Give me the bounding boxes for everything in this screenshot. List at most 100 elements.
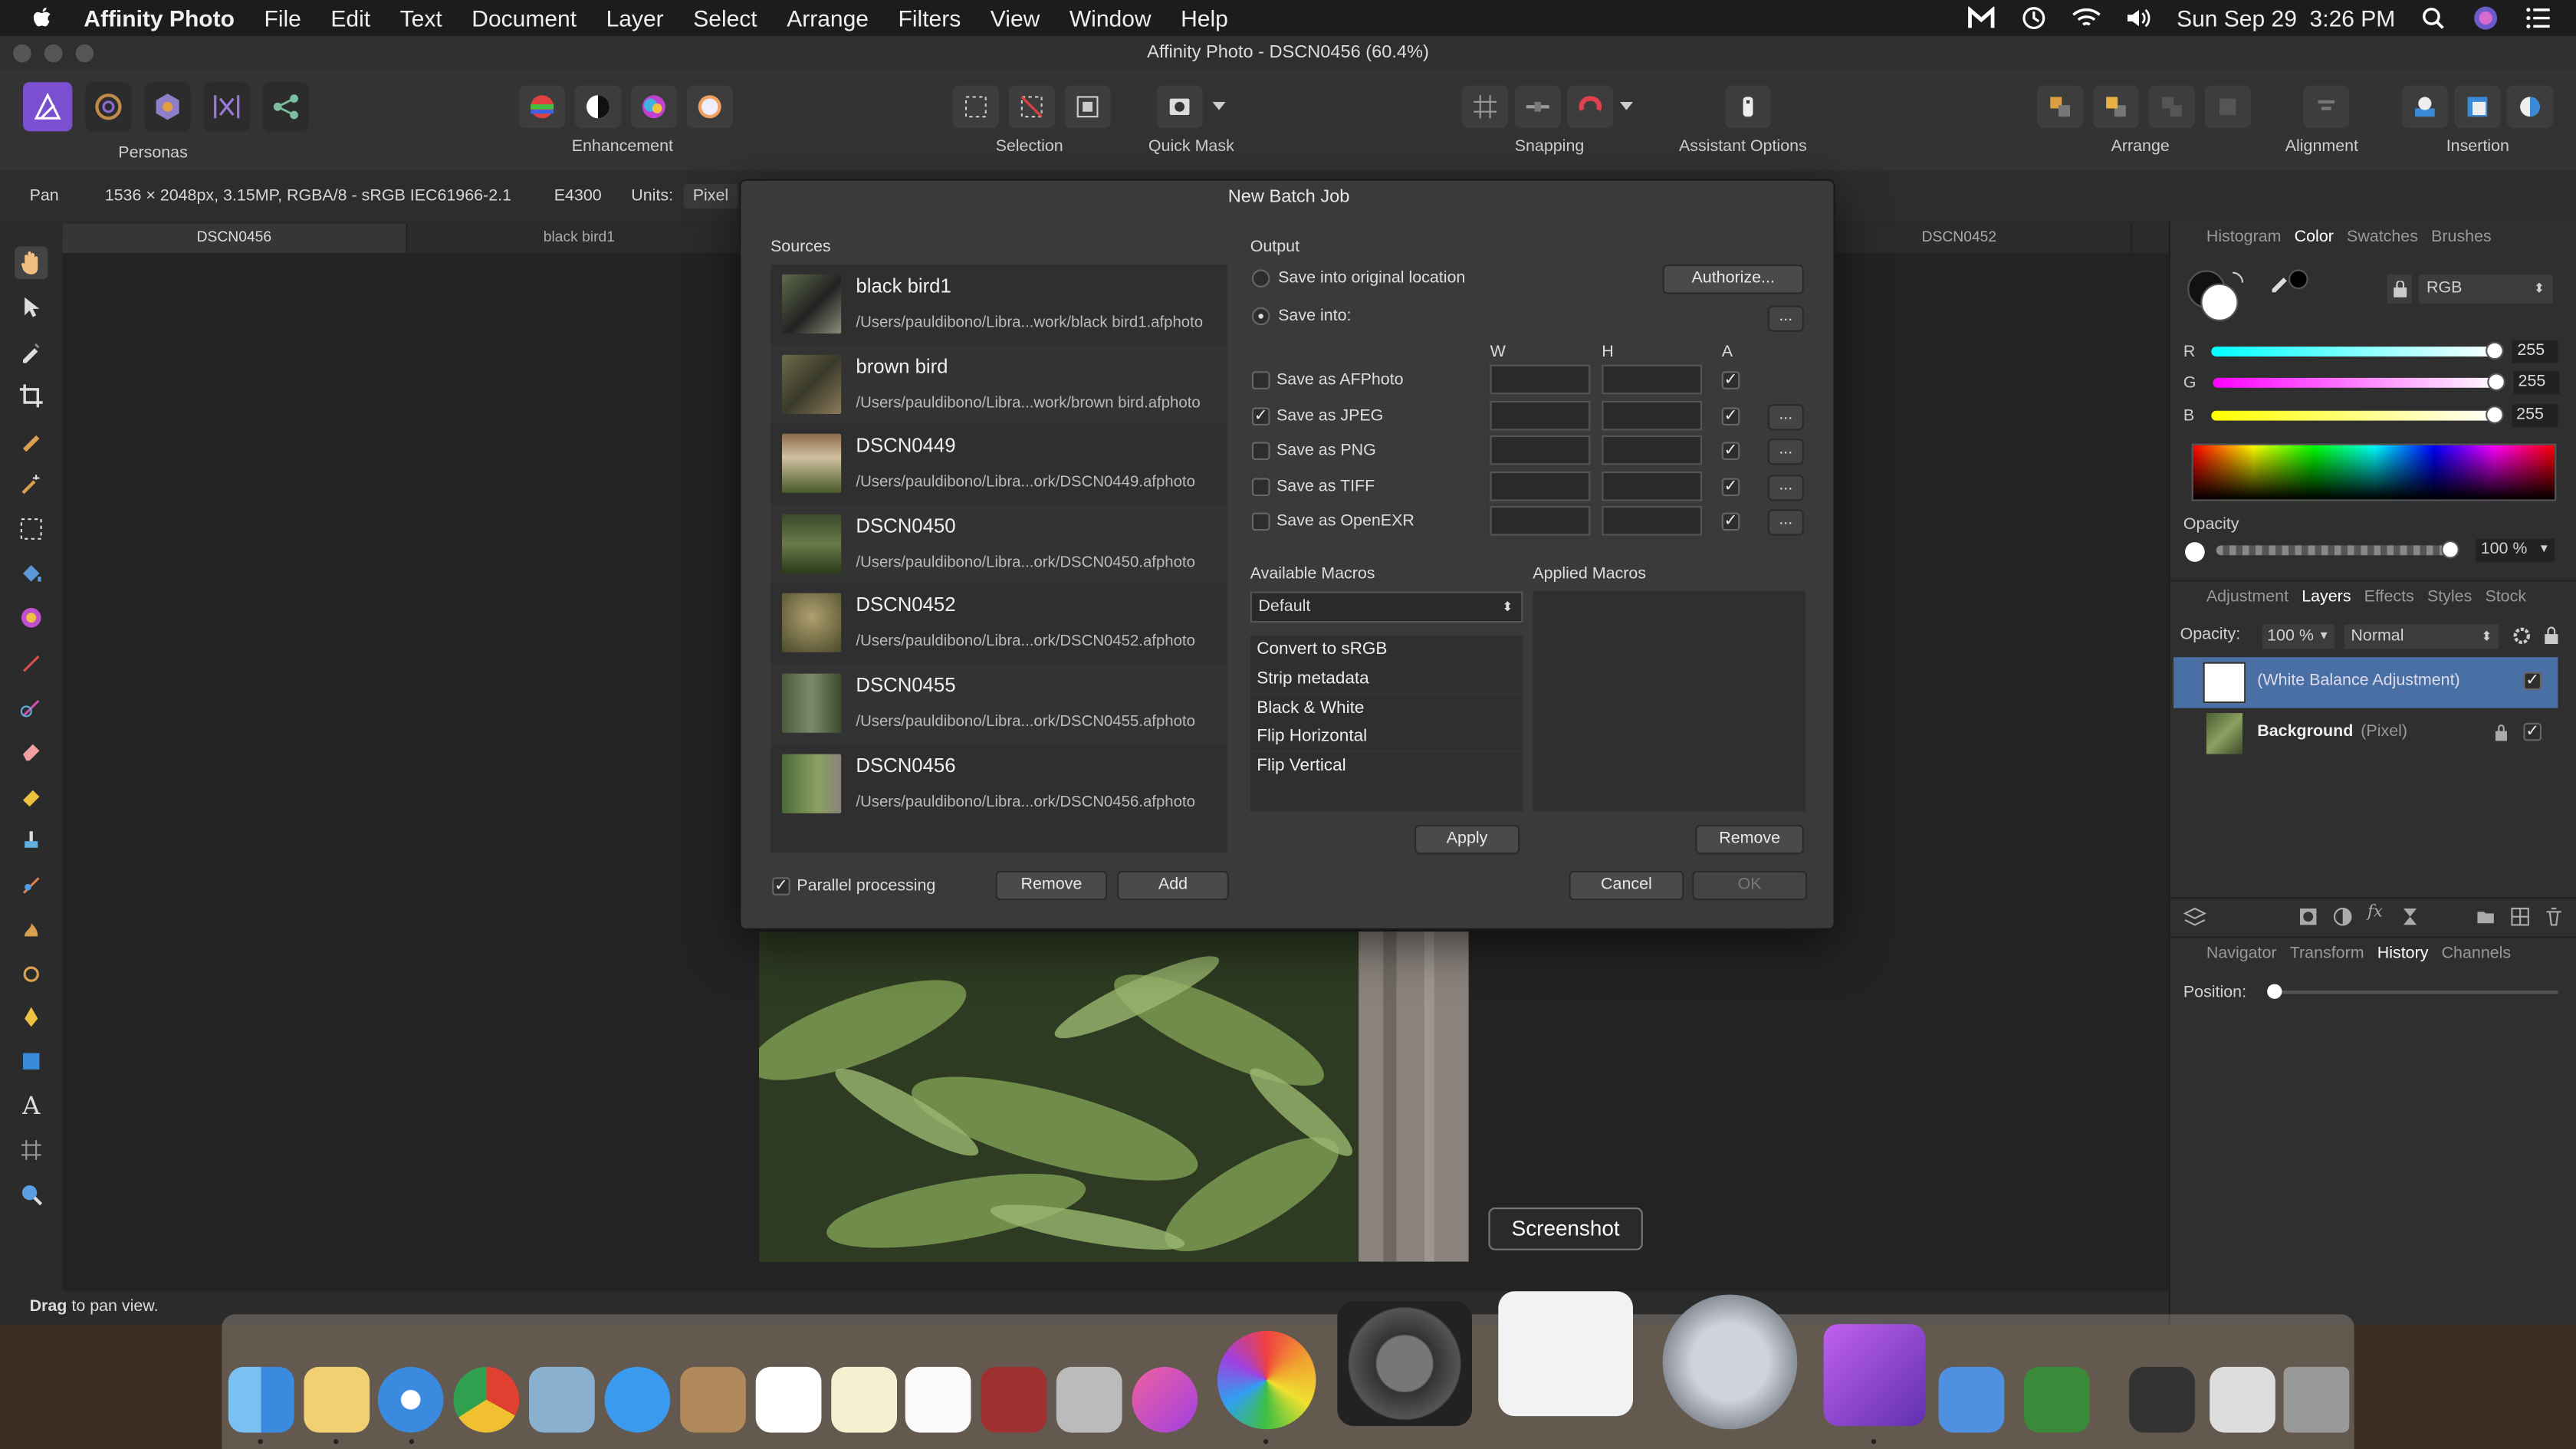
macro-set-select[interactable]: Default ⬍ — [1250, 591, 1523, 623]
green-value[interactable]: 255 — [2513, 371, 2560, 395]
red-slider[interactable] — [2211, 341, 2505, 360]
wifi-icon[interactable] — [2072, 5, 2101, 31]
tab-effects[interactable]: Effects — [2364, 588, 2414, 606]
numbers-icon[interactable] — [2024, 1366, 2090, 1433]
tiff-checkbox[interactable] — [1251, 478, 1270, 497]
export-persona-icon[interactable] — [262, 82, 309, 132]
window-minimize-button[interactable] — [44, 44, 63, 63]
save-original-radio[interactable] — [1251, 269, 1270, 288]
menu-app-name[interactable]: Affinity Photo — [84, 5, 235, 31]
pages-icon[interactable] — [1938, 1366, 2005, 1433]
remove-macro-button[interactable]: Remove — [1695, 824, 1804, 855]
time-machine-icon[interactable] — [2019, 5, 2049, 31]
afphoto-height-field[interactable] — [1602, 364, 1702, 395]
siri-icon[interactable] — [2471, 5, 2501, 31]
red-value[interactable]: 255 — [2512, 340, 2558, 363]
marquee-selection-icon[interactable] — [952, 85, 999, 129]
finder-icon[interactable] — [228, 1366, 294, 1433]
calendar-icon[interactable] — [755, 1366, 822, 1433]
menu-clock[interactable]: Sun Sep 29 3:26 PM — [2177, 5, 2395, 31]
tab-navigator[interactable]: Navigator — [2206, 945, 2277, 963]
insert-behind-icon[interactable] — [2507, 85, 2553, 129]
openexr-width-field[interactable] — [1490, 506, 1591, 536]
opacity-slider[interactable] — [2216, 540, 2459, 559]
blue-slider-knob[interactable] — [2485, 406, 2504, 424]
liquify-persona-icon[interactable] — [85, 82, 132, 132]
jpeg-checkbox[interactable]: ✓ — [1251, 407, 1270, 426]
png-width-field[interactable] — [1490, 435, 1591, 465]
menu-document[interactable]: Document — [472, 5, 577, 31]
tab-channels[interactable]: Channels — [2442, 945, 2512, 963]
jpeg-options-button[interactable]: ... — [1767, 404, 1804, 431]
tab-black-bird1[interactable]: black bird1 — [407, 223, 753, 253]
alignment-icon[interactable] — [2303, 85, 2350, 129]
live-filter-icon[interactable] — [2400, 907, 2420, 927]
jpeg-width-field[interactable] — [1490, 400, 1591, 431]
menu-file[interactable]: File — [264, 5, 301, 31]
erase-brush-icon[interactable] — [15, 734, 48, 767]
insert-inside-icon[interactable] — [2454, 85, 2501, 129]
assistant-options-icon[interactable] — [1725, 85, 1771, 129]
sources-list[interactable]: black bird1/Users/pauldibono/Libra...wor… — [770, 264, 1227, 853]
m-menu-extra-icon[interactable] — [1967, 5, 1996, 31]
list-item[interactable]: DSCN0456/Users/pauldibono/Libra...ork/DS… — [770, 744, 1227, 823]
afphoto-width-field[interactable] — [1490, 364, 1591, 395]
tab-histogram[interactable]: Histogram — [2206, 228, 2282, 246]
menu-arrange[interactable]: Arrange — [787, 5, 869, 31]
picked-color-swatch[interactable] — [2288, 269, 2308, 290]
units-select[interactable]: Pixel — [682, 182, 739, 209]
layer-stack-icon[interactable] — [2183, 907, 2206, 927]
bring-to-front-icon[interactable] — [2093, 85, 2139, 129]
flood-select-icon[interactable] — [15, 468, 48, 501]
list-item[interactable]: DSCN0450/Users/pauldibono/Libra...ork/DS… — [770, 504, 1227, 584]
spotlight-search-icon[interactable] — [2418, 5, 2448, 31]
menu-view[interactable]: View — [991, 5, 1040, 31]
openexr-options-button[interactable]: ... — [1767, 509, 1804, 536]
crop-tool-icon[interactable] — [15, 380, 48, 412]
smudge-brush-icon[interactable] — [15, 912, 48, 945]
paint-brush-icon[interactable] — [15, 646, 48, 678]
list-item[interactable]: Strip metadata — [1250, 665, 1523, 695]
opacity-slider-knob[interactable] — [2441, 540, 2459, 559]
blend-mode-select[interactable]: Normal ⬍ — [2344, 624, 2499, 649]
tiff-width-field[interactable] — [1490, 472, 1591, 501]
cancel-button[interactable]: Cancel — [1569, 870, 1684, 901]
add-pixel-layer-icon[interactable] — [2510, 907, 2530, 927]
develop-persona-icon[interactable] — [144, 82, 191, 132]
jpeg-auto-checkbox[interactable]: ✓ — [1721, 407, 1740, 426]
jpeg-height-field[interactable] — [1602, 400, 1702, 431]
openexr-checkbox[interactable] — [1251, 512, 1270, 531]
list-item[interactable]: Black & White — [1250, 695, 1523, 724]
dodge-brush-icon[interactable] — [15, 779, 48, 812]
document-image[interactable] — [758, 932, 1469, 1262]
snapping-magnet-icon[interactable] — [1567, 85, 1614, 129]
openexr-auto-checkbox[interactable]: ✓ — [1721, 512, 1740, 531]
quick-mask-dropdown-icon[interactable] — [1212, 85, 1228, 128]
reminders-icon[interactable] — [905, 1366, 971, 1433]
list-item[interactable]: Flip Vertical — [1250, 753, 1523, 782]
photos-icon[interactable] — [1217, 1330, 1316, 1430]
list-item[interactable]: DSCN0452/Users/pauldibono/Libra...ork/DS… — [770, 584, 1227, 664]
send-to-back-icon[interactable] — [2204, 85, 2251, 129]
white-balance-visibility-checkbox[interactable]: ✓ — [2523, 672, 2542, 690]
chrome-icon[interactable] — [453, 1366, 520, 1433]
blemish-brush-icon[interactable] — [15, 956, 48, 989]
png-checkbox[interactable] — [1251, 442, 1270, 460]
notification-center-icon[interactable] — [2523, 5, 2553, 31]
tab-layers[interactable]: Layers — [2302, 588, 2351, 606]
menu-text[interactable]: Text — [400, 5, 442, 31]
history-position-slider[interactable] — [2267, 984, 2558, 999]
selection-brush-icon[interactable] — [15, 424, 48, 457]
contacts-icon[interactable] — [680, 1366, 746, 1433]
layer-row-white-balance[interactable]: (White Balance Adjustment) ✓ — [2174, 657, 2558, 708]
rectangle-tool-icon[interactable] — [15, 1045, 48, 1078]
opacity-value-field[interactable]: 100 % ▼ — [2476, 538, 2555, 562]
screenshot-app-icon[interactable] — [1498, 1291, 1633, 1417]
apple-logo-icon[interactable] — [28, 5, 58, 31]
menu-layer[interactable]: Layer — [606, 5, 664, 31]
menu-help[interactable]: Help — [1181, 5, 1228, 31]
mail-icon[interactable] — [529, 1366, 595, 1433]
quick-mask-icon[interactable] — [1156, 85, 1203, 129]
green-slider[interactable] — [2212, 373, 2505, 391]
png-auto-checkbox[interactable]: ✓ — [1721, 442, 1740, 460]
